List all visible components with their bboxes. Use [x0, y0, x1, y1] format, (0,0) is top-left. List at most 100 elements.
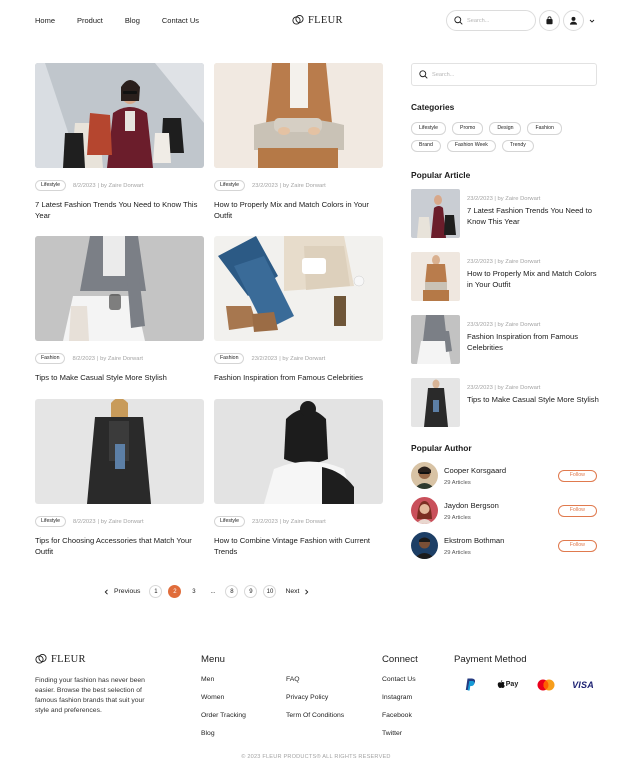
category-chip[interactable]: Promo — [452, 122, 484, 135]
avatar[interactable] — [411, 497, 438, 524]
category-chip[interactable]: Fashion — [527, 122, 562, 135]
next-button[interactable]: Next — [285, 588, 309, 595]
post-image[interactable] — [214, 399, 383, 504]
footer-logo[interactable]: FLEUR — [35, 653, 86, 665]
category-chip[interactable]: Trendy — [501, 139, 534, 152]
popular-author-heading: Popular Author — [411, 443, 472, 453]
article-title[interactable]: How to Properly Mix and Match Colors in … — [467, 269, 601, 290]
page-button[interactable]: 9 — [244, 585, 258, 598]
footer-link-contact-us[interactable]: Contact Us — [382, 676, 416, 683]
post-title[interactable]: 7 Latest Fashion Trends You Need to Know… — [35, 200, 204, 221]
avatar[interactable] — [411, 532, 438, 559]
article-thumbnail[interactable] — [411, 378, 460, 427]
post-image[interactable] — [35, 63, 204, 168]
nav-blog[interactable]: Blog — [125, 16, 140, 25]
author-name[interactable]: Cooper Korsgaard — [444, 466, 558, 475]
footer-link-terms[interactable]: Term Of Conditions — [286, 712, 344, 719]
search-icon — [454, 16, 463, 25]
next-label: Next — [285, 588, 300, 595]
post-title[interactable]: How to Properly Mix and Match Colors in … — [214, 200, 383, 221]
post-author: | by Zaire Dorwart — [279, 355, 326, 362]
post-title[interactable]: How to Combine Vintage Fashion with Curr… — [214, 536, 383, 557]
footer-description: Finding your fashion has never been easi… — [35, 677, 145, 714]
post-tag[interactable]: Lifestyle — [214, 515, 246, 528]
footer-link-faq[interactable]: FAQ — [286, 676, 300, 683]
popular-article-item[interactable]: 23/3/2023 | by Zaire Dorwart Fashion Ins… — [411, 315, 601, 364]
post-tag[interactable]: Fashion — [35, 352, 66, 365]
category-chip[interactable]: Brand — [411, 139, 441, 152]
popular-article-item[interactable]: 23/2/2023 | by Zaire Dorwart Tips to Mak… — [411, 378, 601, 427]
apple-pay-label: Pay — [505, 681, 519, 688]
footer-link-blog[interactable]: Blog — [201, 730, 215, 737]
category-chip[interactable]: Design — [489, 122, 522, 135]
author-article-count: 29 Articles — [444, 549, 471, 556]
popular-article-item[interactable]: 23/2/2023 | by Zaire Dorwart How to Prop… — [411, 252, 601, 301]
post-tag[interactable]: Lifestyle — [35, 179, 67, 192]
chevron-down-icon[interactable] — [589, 18, 595, 24]
nav-product[interactable]: Product — [77, 16, 103, 25]
author-item: Cooper Korsgaard 29 Articles Follow — [411, 462, 597, 489]
sidebar-search-input[interactable]: Search... — [411, 63, 597, 86]
nav-home[interactable]: Home — [35, 16, 55, 25]
article-thumbnail[interactable] — [411, 315, 460, 364]
post-card[interactable]: Lifestyle 8/2/2023 | by Zaire Dorwart 7 … — [35, 63, 204, 221]
author-item: Jaydon Bergson 29 Articles Follow — [411, 497, 597, 524]
article-thumbnail[interactable] — [411, 252, 460, 301]
post-card[interactable]: Fashion 8/2/2023 | by Zaire Dorwart Tips… — [35, 236, 204, 384]
post-tag[interactable]: Lifestyle — [35, 515, 67, 528]
categories-heading: Categories — [411, 102, 455, 112]
page-button[interactable]: 10 — [263, 585, 277, 598]
footer-link-twitter[interactable]: Twitter — [382, 730, 402, 737]
footer-link-instagram[interactable]: Instagram — [382, 694, 412, 701]
footer-link-privacy-policy[interactable]: Privacy Policy — [286, 694, 328, 701]
logo-mark-icon — [35, 653, 47, 664]
footer-link-facebook[interactable]: Facebook — [382, 712, 412, 719]
article-title[interactable]: 7 Latest Fashion Trends You Need to Know… — [467, 206, 601, 227]
footer-link-men[interactable]: Men — [201, 676, 214, 683]
post-title[interactable]: Tips for Choosing Accessories that Match… — [35, 536, 204, 557]
account-button[interactable] — [563, 10, 584, 31]
follow-button[interactable]: Follow — [557, 504, 597, 517]
article-title[interactable]: Tips to Make Casual Style More Stylish — [467, 395, 599, 406]
category-chip[interactable]: Fashion Week — [446, 139, 496, 152]
paypal-icon — [458, 676, 483, 693]
previous-button[interactable]: Previous — [104, 588, 140, 595]
post-title[interactable]: Tips to Make Casual Style More Stylish — [35, 373, 204, 384]
category-chip[interactable]: Lifestyle — [411, 122, 447, 135]
page-button[interactable]: 8 — [225, 585, 239, 598]
post-tag[interactable]: Lifestyle — [214, 179, 246, 192]
author-article-count: 29 Articles — [444, 514, 471, 521]
author-name[interactable]: Ekstrom Bothman — [444, 536, 558, 545]
nav-contact-us[interactable]: Contact Us — [162, 16, 199, 25]
author-name[interactable]: Jaydon Bergson — [444, 501, 558, 510]
post-card[interactable]: Lifestyle 8/2/2023 | by Zaire Dorwart Ti… — [35, 399, 204, 557]
follow-button[interactable]: Follow — [557, 469, 597, 482]
footer-menu-heading: Menu — [201, 654, 225, 665]
post-image[interactable] — [214, 63, 383, 168]
footer-connect-heading: Connect — [382, 654, 418, 665]
avatar[interactable] — [411, 462, 438, 489]
page-button-current[interactable]: 2 — [168, 585, 182, 598]
article-thumbnail[interactable] — [411, 189, 460, 238]
page-button[interactable]: 1 — [149, 585, 163, 598]
popular-article-item[interactable]: 23/2/2023 | by Zaire Dorwart 7 Latest Fa… — [411, 189, 601, 238]
follow-button[interactable]: Follow — [557, 539, 597, 552]
cart-button[interactable] — [539, 10, 560, 31]
post-tag[interactable]: Fashion — [214, 352, 245, 365]
copyright: © 2023 FLEUR PRODUCTS® ALL RIGHTS RESERV… — [241, 754, 391, 760]
page-button[interactable]: 3 — [187, 585, 200, 598]
post-image[interactable] — [214, 236, 383, 341]
post-image[interactable] — [35, 399, 204, 504]
footer-link-order-tracking[interactable]: Order Tracking — [201, 712, 246, 719]
post-image[interactable] — [35, 236, 204, 341]
header-search-input[interactable]: Search... — [446, 10, 536, 31]
footer-link-women[interactable]: Women — [201, 694, 224, 701]
apple-pay-icon: Pay — [495, 676, 520, 693]
article-title[interactable]: Fashion Inspiration from Famous Celebrit… — [467, 332, 601, 353]
post-card[interactable]: Fashion 23/2/2023 | by Zaire Dorwart Fas… — [214, 236, 383, 384]
brand-logo[interactable]: FLEUR — [292, 14, 343, 26]
post-card[interactable]: Lifestyle 23/2/2023 | by Zaire Dorwart H… — [214, 63, 383, 221]
post-card[interactable]: Lifestyle 23/2/2023 | by Zaire Dorwart H… — [214, 399, 383, 557]
article-date: 23/2/2023 | by Zaire Dorwart — [467, 385, 541, 391]
post-title[interactable]: Fashion Inspiration from Famous Celebrit… — [214, 373, 383, 384]
